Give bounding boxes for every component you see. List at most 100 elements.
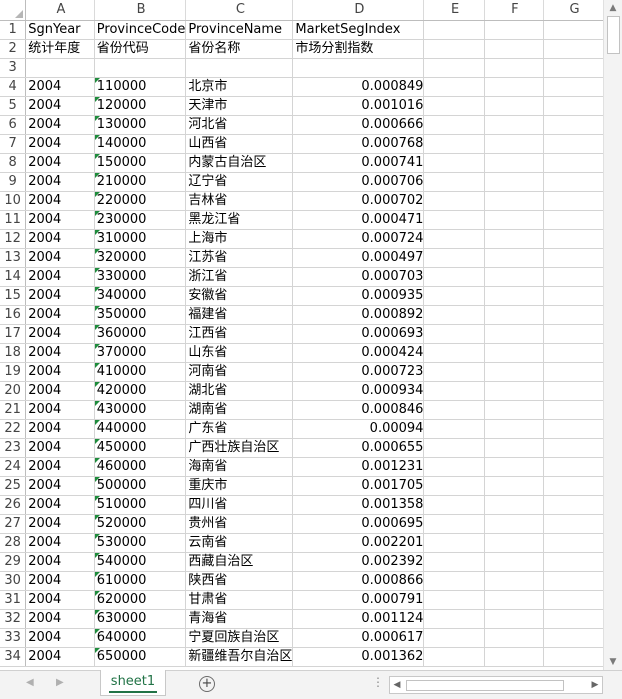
cell[interactable]	[484, 609, 545, 629]
cell[interactable]: 云南省	[185, 533, 294, 553]
cell[interactable]	[423, 552, 485, 572]
cell[interactable]	[484, 286, 545, 306]
row-header[interactable]: 21	[0, 400, 27, 420]
cell[interactable]: 2004	[25, 514, 95, 534]
cell[interactable]: 0.000892	[292, 305, 425, 325]
cell-table[interactable]: ABCDEFG 1 SgnYear ProvinceCode ProvinceName…	[0, 0, 604, 667]
cell[interactable]	[484, 229, 545, 249]
cell[interactable]: 0.00094	[292, 419, 425, 439]
cell[interactable]	[484, 115, 545, 135]
cell[interactable]	[484, 438, 545, 458]
cell[interactable]	[543, 286, 604, 306]
cell[interactable]	[484, 324, 545, 344]
cell[interactable]: 0.000846	[292, 400, 425, 420]
cell[interactable]	[423, 305, 485, 325]
cell[interactable]	[543, 134, 604, 154]
scroll-down-icon[interactable]: ▼	[604, 654, 622, 670]
cell[interactable]	[423, 362, 485, 382]
cell[interactable]: 0.000866	[292, 571, 425, 591]
scroll-right-icon[interactable]: ▶	[588, 677, 602, 693]
cell[interactable]	[543, 20, 604, 40]
cell[interactable]: 340000	[94, 286, 187, 306]
cell[interactable]: 310000	[94, 229, 187, 249]
cell[interactable]	[484, 552, 545, 572]
cell[interactable]	[423, 590, 485, 610]
cell[interactable]: 吉林省	[185, 191, 294, 211]
row-header[interactable]: 19	[0, 362, 27, 382]
cell[interactable]: 2004	[25, 343, 95, 363]
cell[interactable]	[484, 77, 545, 97]
row-header[interactable]: 32	[0, 609, 27, 629]
cell[interactable]: 0.001124	[292, 609, 425, 629]
cell[interactable]: 黑龙江省	[185, 210, 294, 230]
cell[interactable]: 320000	[94, 248, 187, 268]
cell[interactable]: 130000	[94, 115, 187, 135]
column-header-d[interactable]: D	[292, 0, 425, 21]
cell[interactable]	[543, 495, 604, 515]
cell[interactable]: 福建省	[185, 305, 294, 325]
cell[interactable]	[543, 647, 604, 667]
cell[interactable]: 青海省	[185, 609, 294, 629]
cell[interactable]	[185, 58, 294, 78]
cell[interactable]	[484, 153, 545, 173]
cell[interactable]: 山东省	[185, 343, 294, 363]
cell[interactable]	[543, 457, 604, 477]
cell[interactable]	[543, 571, 604, 591]
cell[interactable]	[423, 438, 485, 458]
column-header-b[interactable]: B	[94, 0, 187, 21]
cell[interactable]	[543, 77, 604, 97]
cell[interactable]	[543, 210, 604, 230]
cell[interactable]	[484, 362, 545, 382]
cell[interactable]: 0.000703	[292, 267, 425, 287]
cell[interactable]: 360000	[94, 324, 187, 344]
cell[interactable]: 450000	[94, 438, 187, 458]
next-sheet-icon[interactable]: ▶	[56, 677, 64, 688]
cell[interactable]	[543, 248, 604, 268]
cell[interactable]	[423, 134, 485, 154]
cell[interactable]: 0.000655	[292, 438, 425, 458]
row-header[interactable]: 15	[0, 286, 27, 306]
cell[interactable]	[423, 343, 485, 363]
row-header[interactable]: 17	[0, 324, 27, 344]
cell[interactable]	[543, 305, 604, 325]
cell[interactable]: 湖北省	[185, 381, 294, 401]
cell[interactable]: 2004	[25, 362, 95, 382]
cell[interactable]: 2004	[25, 457, 95, 477]
cell[interactable]: 0.001358	[292, 495, 425, 515]
cell[interactable]: 0.000935	[292, 286, 425, 306]
row-header[interactable]: 25	[0, 476, 27, 496]
plus-circle-icon[interactable]: +	[199, 676, 215, 692]
cell[interactable]: 甘肃省	[185, 590, 294, 610]
cell[interactable]: 0.000934	[292, 381, 425, 401]
row-header[interactable]: 27	[0, 514, 27, 534]
cell[interactable]	[543, 191, 604, 211]
cell[interactable]	[543, 590, 604, 610]
cell[interactable]: 2004	[25, 609, 95, 629]
cell[interactable]	[543, 438, 604, 458]
cell[interactable]	[484, 267, 545, 287]
cell[interactable]	[484, 248, 545, 268]
cell[interactable]: 0.000768	[292, 134, 425, 154]
cell[interactable]	[423, 514, 485, 534]
horizontal-scroll-thumb[interactable]	[406, 680, 564, 691]
scroll-left-icon[interactable]: ◀	[390, 677, 404, 693]
cell[interactable]: 2004	[25, 153, 95, 173]
cell[interactable]: 510000	[94, 495, 187, 515]
cell[interactable]: 浙江省	[185, 267, 294, 287]
select-all-corner[interactable]	[0, 0, 27, 21]
cell[interactable]	[543, 115, 604, 135]
cell[interactable]	[423, 381, 485, 401]
row-header[interactable]: 14	[0, 267, 27, 287]
cell[interactable]	[484, 590, 545, 610]
cell[interactable]: 220000	[94, 191, 187, 211]
cell[interactable]: 2004	[25, 96, 95, 116]
cell[interactable]	[423, 115, 485, 135]
cell[interactable]: 天津市	[185, 96, 294, 116]
row-header[interactable]: 23	[0, 438, 27, 458]
row-header[interactable]: 7	[0, 134, 27, 154]
cell[interactable]	[423, 628, 485, 648]
cell[interactable]: 新疆维吾尔自治区	[185, 647, 294, 667]
row-header[interactable]: 1	[0, 20, 27, 40]
cell[interactable]	[423, 476, 485, 496]
tab-sheet1[interactable]: sheet1	[100, 670, 166, 696]
